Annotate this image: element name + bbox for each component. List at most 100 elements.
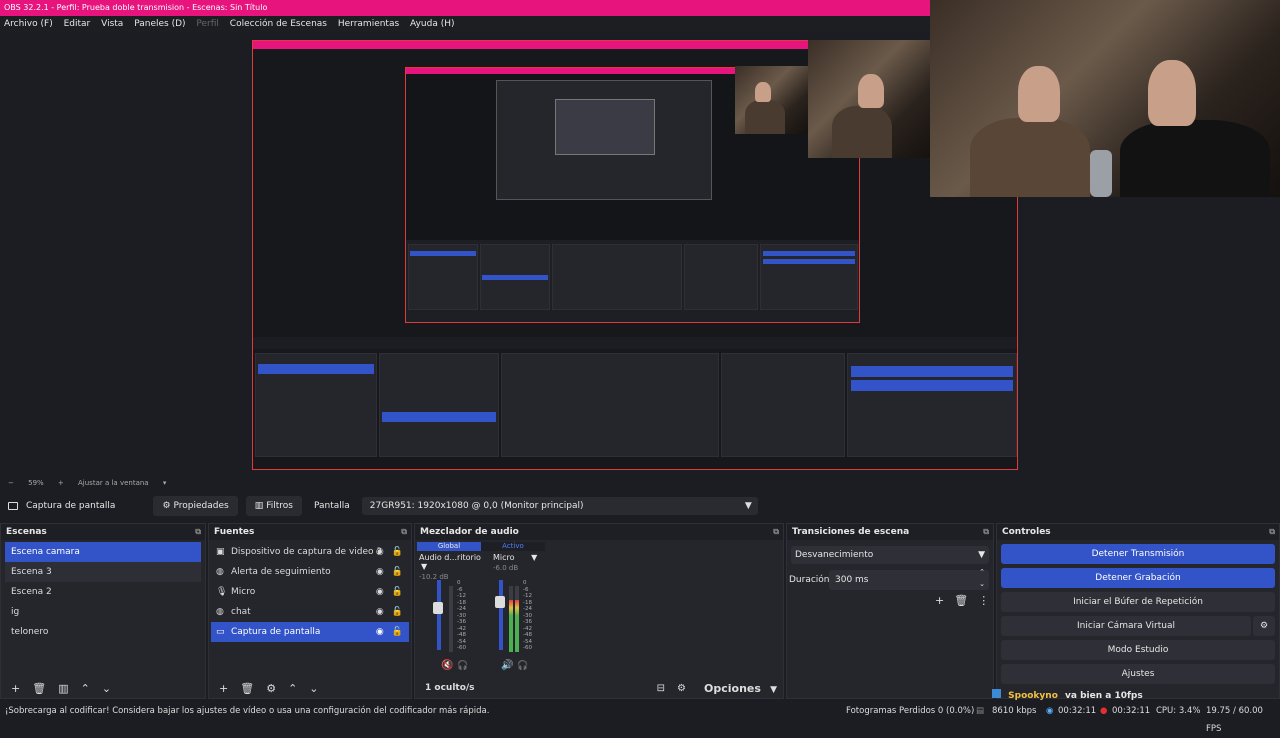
headphones-icon[interactable]: 🎧 <box>517 661 528 671</box>
scene-item[interactable]: Escena 2 <box>5 582 201 602</box>
zoom-in-button[interactable]: + <box>58 479 64 487</box>
stop-recording-button[interactable]: Detener Grabación <box>1001 568 1275 588</box>
mixer-tab-global[interactable]: Global <box>417 542 481 551</box>
scene-item[interactable]: Escena 3 <box>5 562 201 582</box>
eye-icon[interactable]: ◉ <box>376 622 384 642</box>
mixer-dock-title: Mezclador de audio <box>420 527 519 537</box>
undock-icon[interactable]: ⧉ <box>1269 524 1275 540</box>
chevron-down-icon[interactable]: ▼ <box>421 562 427 571</box>
globe-icon: ◍ <box>216 607 224 617</box>
gear-icon[interactable]: ⚙ <box>1253 616 1275 636</box>
volume-slider-handle[interactable] <box>433 602 443 614</box>
add-scene-icon[interactable]: + <box>11 682 20 695</box>
duration-input[interactable]: 300 ms ⌃ ⌄ <box>829 568 989 590</box>
transition-select[interactable]: Desvanecimiento ▼ <box>791 546 989 564</box>
volume-slider-track[interactable] <box>499 580 503 650</box>
headphones-icon[interactable]: 🎧 <box>457 661 468 671</box>
move-up-icon[interactable]: ⌃ <box>288 682 297 695</box>
mixer-dock-header: Mezclador de audio ⧉ <box>415 524 783 540</box>
audio-mixer-dock: Mezclador de audio ⧉ Global Activo Audio… <box>414 523 784 699</box>
record-time: 00:32:11 <box>1112 706 1151 716</box>
move-down-icon[interactable]: ⌄ <box>102 682 111 695</box>
channel-db: -6.0 dB <box>493 564 519 572</box>
lock-icon[interactable]: 🔓 <box>392 542 403 562</box>
scenes-dock-title: Escenas <box>6 527 47 537</box>
menu-ayuda[interactable]: Ayuda (H) <box>406 16 458 32</box>
remove-source-icon[interactable]: 🗑 <box>240 682 254 695</box>
transitions-dock-header: Transiciones de escena ⧉ <box>787 524 993 540</box>
menu-paneles[interactable]: Paneles (D) <box>130 16 189 32</box>
sources-dock-header: Fuentes ⧉ <box>209 524 411 540</box>
menu-archivo[interactable]: Archivo (F) <box>0 16 57 32</box>
db-scale-tick: -24 <box>523 606 532 612</box>
source-item[interactable]: 🎙 Micro ◉ 🔓 <box>211 582 409 602</box>
scene-item[interactable]: Escena camara <box>5 542 201 562</box>
controls-dock-title: Controles <box>1002 527 1051 537</box>
zoom-out-button[interactable]: − <box>8 479 14 487</box>
lock-icon[interactable]: 🔓 <box>392 562 403 582</box>
mixer-settings-icon[interactable]: ⚙ <box>677 683 686 694</box>
microphone-icon: 🎙 <box>216 587 228 597</box>
twitch-icon <box>992 689 1001 698</box>
vu-meter <box>509 586 513 652</box>
more-icon[interactable]: ⋮ <box>978 594 989 607</box>
move-up-icon[interactable]: ⌃ <box>81 682 90 695</box>
undock-icon[interactable]: ⧉ <box>983 524 989 540</box>
scene-item[interactable]: telonero <box>5 622 201 642</box>
source-item[interactable]: ◍ Alerta de seguimiento ◉ 🔓 <box>211 562 409 582</box>
mixer-options-button[interactable]: Opciones ▼ <box>698 682 777 695</box>
properties-button[interactable]: ⚙ Propiedades <box>153 496 238 516</box>
zoom-fit-label[interactable]: Ajustar a la ventana <box>78 479 149 487</box>
filters-button[interactable]: ▥ Filtros <box>245 496 302 516</box>
volume-slider-track[interactable] <box>437 580 441 650</box>
transitions-dock: Transiciones de escena ⧉ Desvanecimiento… <box>786 523 994 699</box>
screen-select[interactable]: 27GR951: 1920x1080 @ 0,0 (Monitor princi… <box>361 497 758 515</box>
add-source-icon[interactable]: + <box>219 682 228 695</box>
undock-icon[interactable]: ⧉ <box>773 524 779 540</box>
spinner-icon[interactable]: ⌃ ⌄ <box>979 566 985 590</box>
source-item[interactable]: ▭ Captura de pantalla ◉ 🔓 <box>211 622 409 642</box>
move-down-icon[interactable]: ⌄ <box>309 682 318 695</box>
lock-icon[interactable]: 🔓 <box>392 602 403 622</box>
chevron-down-icon[interactable]: ▼ <box>531 553 537 562</box>
source-item-label: Micro <box>231 587 256 597</box>
add-transition-icon[interactable]: + <box>935 594 944 607</box>
undock-icon[interactable]: ⧉ <box>195 524 201 540</box>
transition-actions: + 🗑 ⋮ <box>935 594 989 607</box>
menu-perfil[interactable]: Perfil <box>192 16 223 32</box>
source-item[interactable]: ◍ chat ◉ 🔓 <box>211 602 409 622</box>
nested-sources-dock <box>379 353 499 457</box>
eye-icon[interactable]: ◉ <box>376 582 384 602</box>
undock-icon[interactable]: ⧉ <box>401 524 407 540</box>
speaker-icon[interactable]: 🔊 <box>501 660 513 671</box>
source-item[interactable]: ▣ Dispositivo de captura de video 3 ◉ 🔓 <box>211 542 409 562</box>
zoom-dropdown-icon[interactable]: ▾ <box>163 479 167 487</box>
virtual-camera-button[interactable]: Iniciar Cámara Virtual <box>1001 616 1251 636</box>
menu-coleccion-escenas[interactable]: Colección de Escenas <box>226 16 331 32</box>
menu-editar[interactable]: Editar <box>60 16 95 32</box>
studio-mode-button[interactable]: Modo Estudio <box>1001 640 1275 660</box>
volume-slider-handle[interactable] <box>495 596 505 608</box>
mixer-options-label: Opciones <box>704 681 761 695</box>
eye-icon[interactable]: ◉ <box>376 542 384 562</box>
replay-buffer-button[interactable]: Iniciar el Búfer de Repetición <box>1001 592 1275 612</box>
stop-stream-button[interactable]: Detener Transmisión <box>1001 544 1275 564</box>
muted-speaker-icon[interactable]: 🔇 <box>441 660 453 671</box>
lock-icon[interactable]: 🔓 <box>392 622 403 642</box>
mixer-tab-active[interactable]: Activo <box>481 542 545 551</box>
eye-icon[interactable]: ◉ <box>376 562 384 582</box>
remove-transition-icon[interactable]: 🗑 <box>954 594 968 607</box>
lock-icon[interactable]: 🔓 <box>392 582 403 602</box>
eye-icon[interactable]: ◉ <box>376 602 384 622</box>
scene-filters-icon[interactable]: ▥ <box>58 682 68 695</box>
layout-icon[interactable]: ⊟ <box>657 683 665 694</box>
menu-herramientas[interactable]: Herramientas <box>334 16 403 32</box>
settings-button[interactable]: Ajustes <box>1001 664 1275 684</box>
menu-bar: Archivo (F) Editar Vista Paneles (D) Per… <box>0 16 930 32</box>
scene-item[interactable]: ig <box>5 602 201 622</box>
source-properties-icon[interactable]: ⚙ <box>266 682 276 695</box>
remove-scene-icon[interactable]: 🗑 <box>32 682 46 695</box>
menu-vista[interactable]: Vista <box>97 16 127 32</box>
source-controls: ◉ 🔓 <box>376 582 403 602</box>
nested-sources-panel <box>480 244 550 310</box>
